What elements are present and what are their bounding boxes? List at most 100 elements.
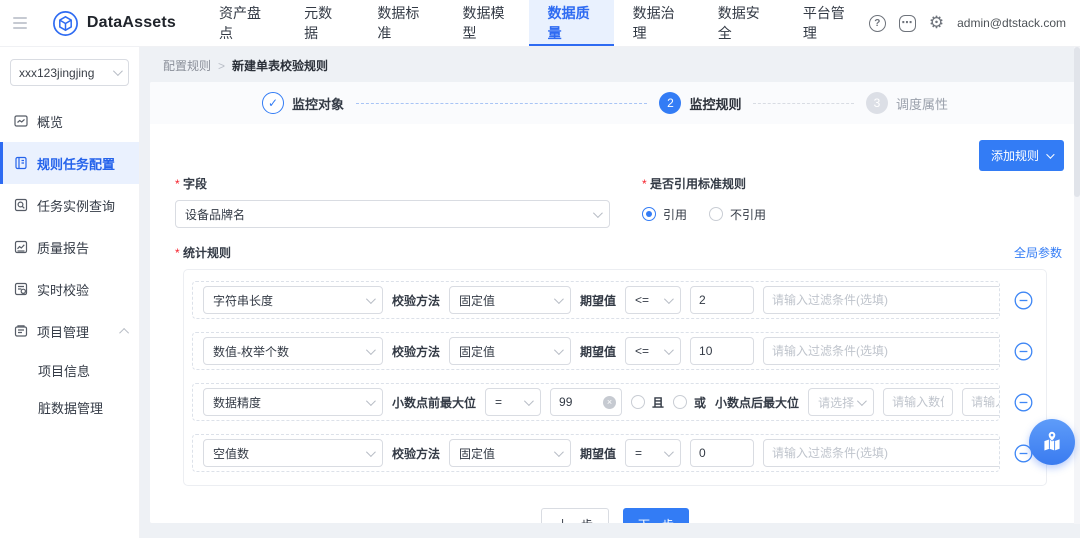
filter-condition-input[interactable] [763,286,999,314]
radio-dot [709,207,724,221]
next-step-button[interactable]: 下一步 [623,508,690,523]
sidebar-item-label: 实时校验 [37,282,90,298]
dataassets-logo-icon [52,10,79,37]
sidebar-item-label: 概览 [37,114,64,130]
chevron-down-icon [553,344,564,355]
filter-condition-input[interactable] [962,388,999,416]
project-select[interactable]: xxx123jingjing [10,59,129,86]
user-account[interactable]: admin@dtstack.com [957,16,1066,30]
step-number-badge: 2 [659,92,682,114]
expected-value-input[interactable] [690,439,755,467]
step-monitor-object: ✓ 监控对象 [262,92,344,114]
rule-type-select[interactable]: 数据精度 [203,388,383,416]
radio-dot [631,395,646,409]
sidebar-item-label: 任务实例查询 [37,198,116,214]
step-connector [356,102,648,104]
rule-type-select[interactable]: 空值数 [203,439,383,467]
add-rule-button[interactable]: 添加规则 [978,140,1064,171]
breadcrumb: 配置规则 > 新建单表校验规则 [140,47,1080,82]
prev-step-button[interactable]: 上一步 [540,508,609,523]
nav-item-data-governance[interactable]: 数据治理 [614,0,699,46]
operator-select[interactable]: <= [625,286,682,314]
help-icon[interactable]: ? [868,14,886,32]
post-decimal-operator-select[interactable]: 请选择 [808,388,875,416]
sidebar-item-label: 质量报告 [37,240,90,256]
rule-config-icon [15,156,27,170]
rule-type-select[interactable]: 数值-枚举个数 [203,337,383,365]
sidebar-item-project-management[interactable]: 项目管理 [0,310,139,352]
stats-rules-header: 统计规则 全局参数 [150,228,1080,269]
radio-not-use-standard[interactable]: 不引用 [709,206,766,223]
chevron-down-icon [365,344,376,355]
help-map-widget-button[interactable] [1029,419,1075,465]
post-decimal-value-input[interactable] [883,388,954,416]
pre-decimal-label: 小数点前最大位 [392,395,477,410]
nav-item-asset-inventory[interactable]: 资产盘点 [200,0,285,46]
radio-label: 且 [652,395,665,410]
clear-input-icon[interactable]: × [603,396,617,409]
chevron-up-icon [119,327,130,338]
filter-condition-input[interactable] [763,439,999,467]
sidebar-item-overview[interactable]: 概览 [0,100,139,142]
message-icon[interactable]: ⋯ [898,14,916,32]
toolbar-row: 添加规则 [150,124,1080,171]
expected-value-input[interactable] [690,337,755,365]
step-number-badge: 3 [865,92,888,114]
sidebar-item-task-instance-query[interactable]: 任务实例查询 [0,184,139,226]
method-select[interactable]: 固定值 [449,286,572,314]
sidebar-subitem-dirty-data-management[interactable]: 脏数据管理 [0,389,139,426]
radio-or[interactable]: 或 [673,394,706,411]
project-manage-icon [14,325,28,337]
chevron-down-icon [1046,149,1055,159]
global-params-link[interactable]: 全局参数 [1014,244,1062,261]
nav-item-metadata[interactable]: 元数据 [285,0,358,46]
radio-dot [673,395,688,409]
radio-and[interactable]: 且 [631,394,664,411]
method-select[interactable]: 固定值 [449,439,572,467]
method-select[interactable]: 固定值 [449,337,572,365]
sidebar-subitem-project-info[interactable]: 项目信息 [0,352,139,389]
filter-condition-input[interactable] [763,337,999,365]
operator-select[interactable]: = [625,439,682,467]
sidebar-item-realtime-check[interactable]: 实时校验 [0,268,139,310]
step-label: 监控规则 [689,96,742,112]
rule-type-select[interactable]: 字符串长度 [203,286,383,314]
radio-use-standard[interactable]: 引用 [642,206,687,223]
expected-value-input[interactable] [690,286,755,314]
sidebar-item-quality-report[interactable]: 质量报告 [0,226,139,268]
step-monitor-rules: 2 监控规则 [659,92,741,114]
radio-label: 不引用 [730,207,767,222]
settings-gear-icon[interactable]: ⚙ [929,13,944,33]
rule-box: 数值-枚举个数 校验方法 固定值 期望值 <= [192,332,1000,370]
sidebar-item-label: 规则任务配置 [37,156,116,172]
field-select[interactable]: 设备品牌名 [175,200,610,228]
scrollbar-thumb[interactable] [1074,47,1080,197]
sidebar-item-rule-task-config[interactable]: 规则任务配置 [0,142,139,184]
chevron-down-icon [365,395,376,406]
chevron-down-icon [365,446,376,457]
nav-item-platform-management[interactable]: 平台管理 [784,0,869,46]
hamburger-menu-icon[interactable] [0,0,40,46]
chevron-down-icon [663,293,674,304]
page-scrollbar[interactable] [1074,47,1080,524]
nav-item-data-quality[interactable]: 数据质量 [528,0,614,46]
overview-icon [14,115,28,127]
step-connector [753,102,854,104]
expected-label: 期望值 [580,446,617,461]
chevron-down-icon [553,446,564,457]
task-query-icon [14,198,28,212]
operator-select[interactable]: <= [625,337,682,365]
nav-item-data-model[interactable]: 数据模型 [444,0,529,46]
nav-item-data-standards[interactable]: 数据标准 [358,0,443,46]
operator-select[interactable]: = [485,388,542,416]
breadcrumb-parent[interactable]: 配置规则 [163,57,211,74]
step-schedule-props: 3 调度属性 [865,92,948,114]
brand-logo[interactable]: DataAssets [40,0,186,46]
remove-rule-button[interactable] [1014,291,1033,310]
nav-item-data-security[interactable]: 数据安全 [699,0,784,46]
brand-name: DataAssets [86,14,177,31]
step-indicator: ✓ 监控对象 2 监控规则 3 调度属性 [150,82,1080,124]
remove-rule-button[interactable] [1014,342,1033,361]
remove-rule-button[interactable] [1014,393,1033,412]
chevron-down-icon [663,344,674,355]
